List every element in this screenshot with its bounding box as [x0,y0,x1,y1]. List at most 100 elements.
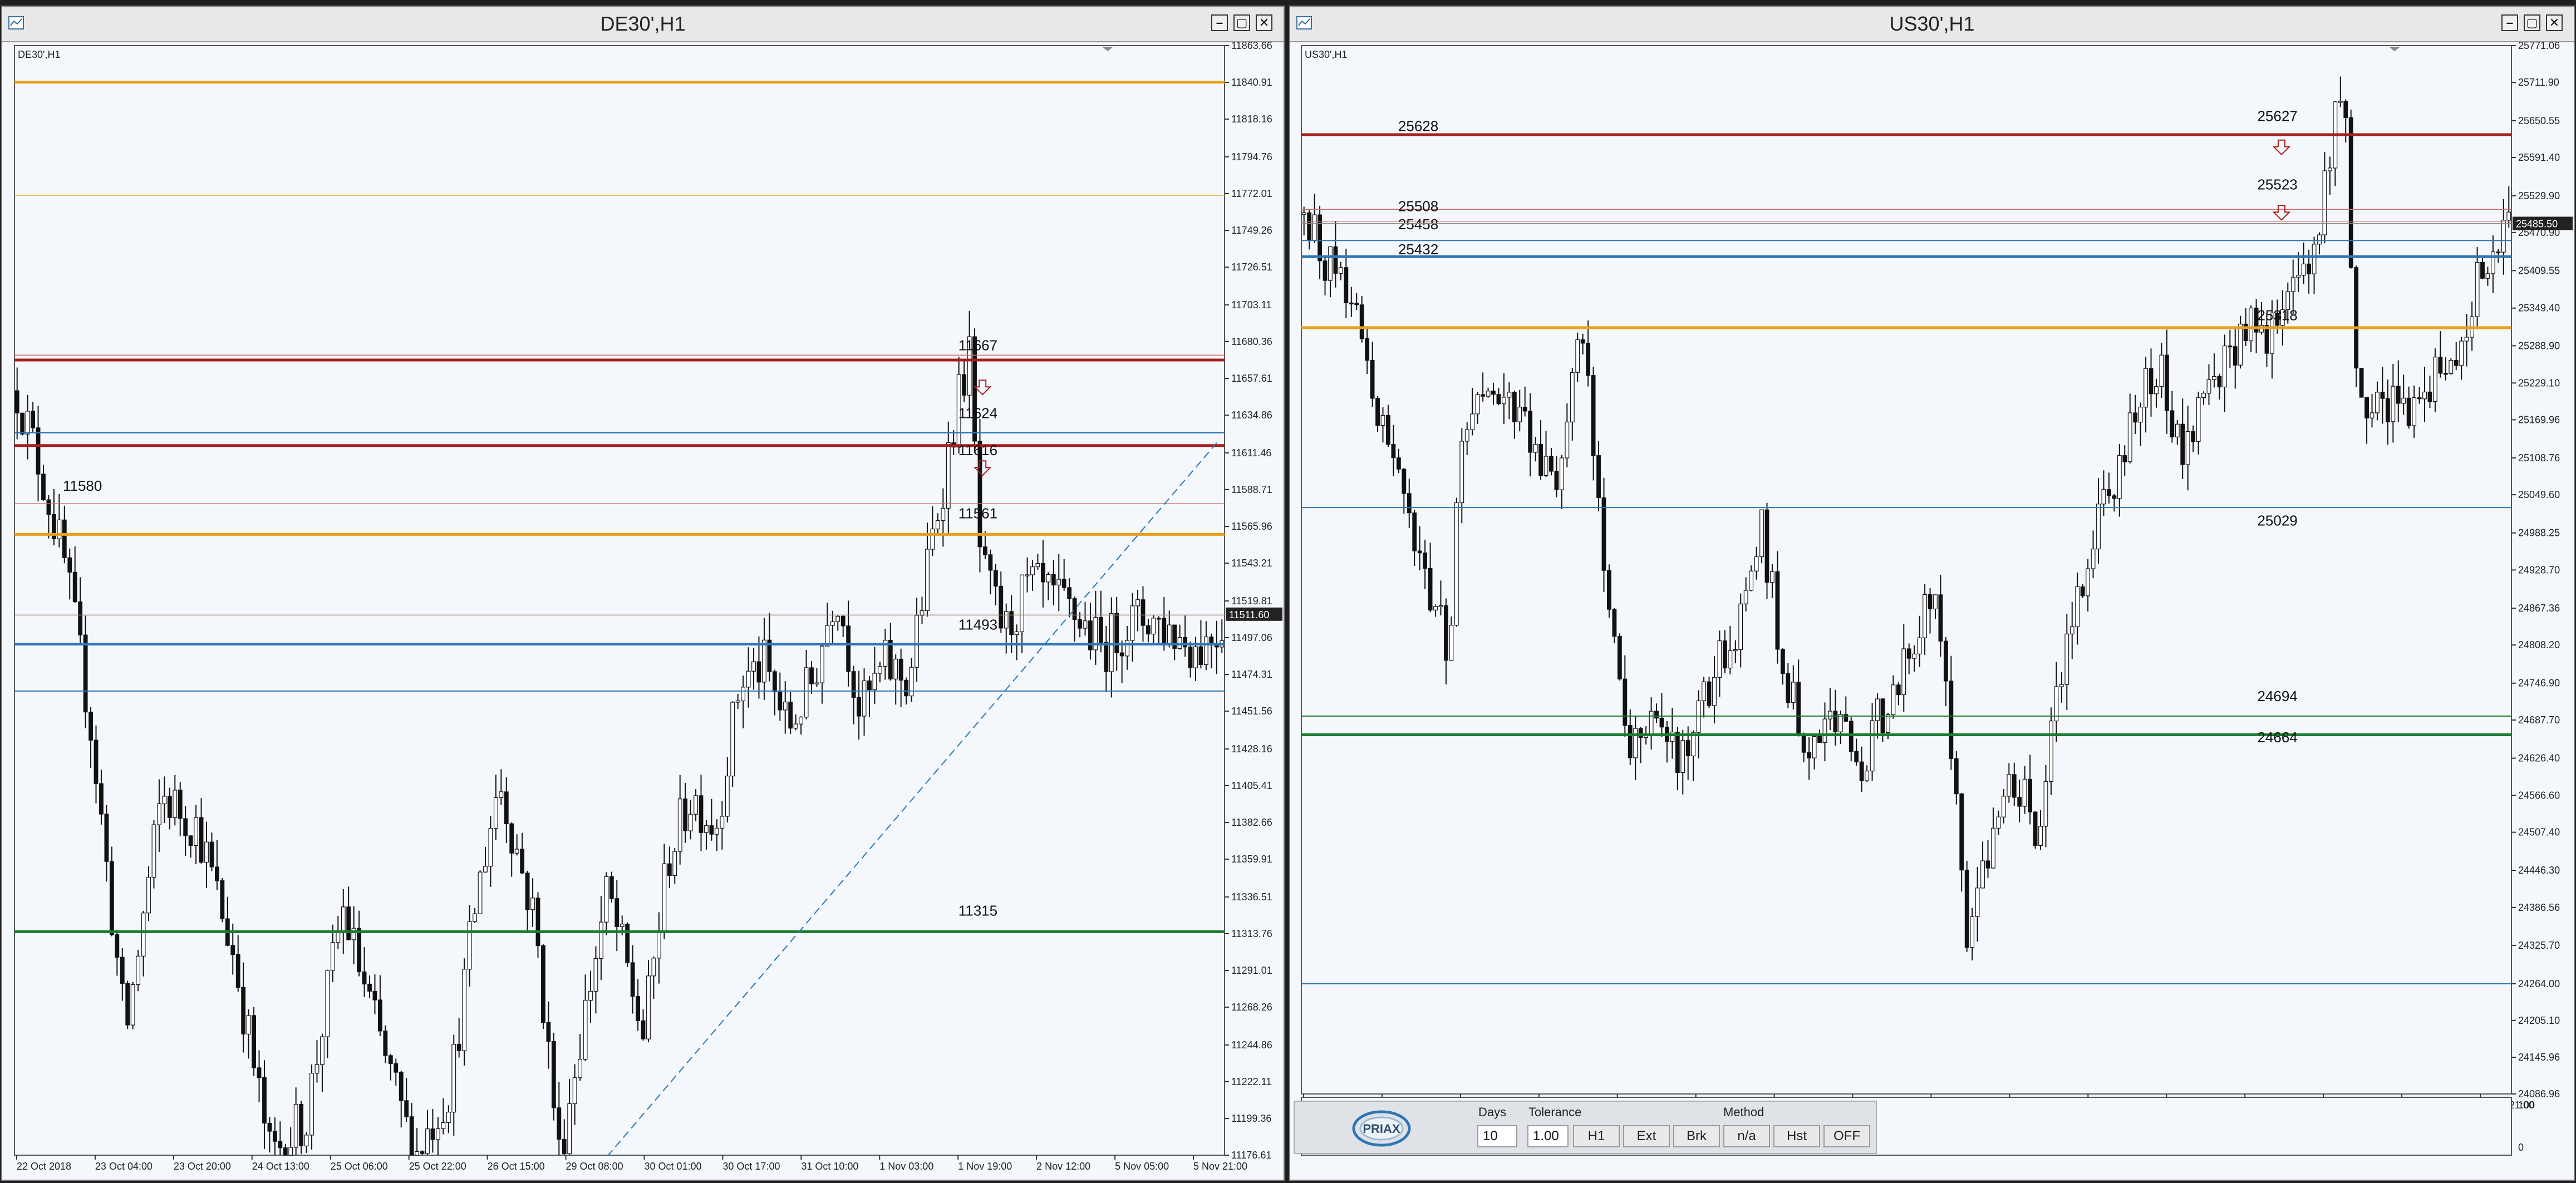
minimize-button[interactable]: – [2501,14,2518,31]
candle-body [1796,682,1801,735]
y-tick-label: 11359.91 [1231,854,1272,865]
x-tick-label: 26 Oct 15:00 [488,1161,545,1172]
candle-body [420,1151,425,1154]
close-button[interactable]: ✕ [2546,14,2563,31]
candle-body [99,783,104,815]
y-tick-label: 24746.90 [2518,678,2560,689]
candle-body [1575,339,1580,373]
candle-body [473,913,477,922]
candle-body [835,615,840,622]
candle-body [2101,489,2106,505]
candle-body [1528,411,1533,453]
candle-body [2233,346,2238,366]
y-tick-label: 11222.11 [1231,1076,1271,1087]
y-tick-label: 11474.31 [1231,669,1272,680]
candle-body [593,958,598,992]
candle-body [2422,391,2427,400]
candle-body [1586,343,1591,376]
candle-body [2217,376,2222,388]
candle-body [988,554,993,571]
y-tick-label: 25591.40 [2518,152,2560,163]
y-tick-label: 24205.10 [2518,1015,2560,1026]
candle-body [1833,711,1838,732]
y-tick-label: 11451.56 [1231,706,1272,717]
candle-body [1954,758,1959,795]
candle-body [1119,652,1124,657]
y-tick-label: 25711.90 [2518,77,2559,88]
candle-body [520,849,525,874]
candle-body [204,841,209,863]
candle-body [357,928,362,973]
candle-body [2133,412,2138,423]
candle-body [888,639,893,679]
candle-body [1140,599,1146,626]
candle-body [1517,407,1522,422]
brk-button[interactable]: Brk [1673,1125,1720,1147]
candle-body [1849,721,1854,752]
candle-body [930,528,935,550]
candle-body [272,1131,277,1142]
y-tick-label: 24687.70 [2518,714,2560,726]
candle-body [804,667,809,718]
candle-body [1025,574,1030,576]
candle-body [667,863,672,876]
de30-titlebar[interactable]: DE30',H1 – ▢ ✕ [2,7,1284,42]
candle-body [636,995,640,1021]
candle-body [367,983,372,992]
candle-body [1109,613,1114,672]
candle-body [2391,386,2396,422]
candle-body [783,701,788,711]
de30-chart-area[interactable]: DE30',H1 11863.66 11840.91 11818.16 11794.76… [2,42,1284,1180]
candle-body [1135,599,1140,607]
candle-body [209,841,214,867]
candle-body [1822,718,1827,743]
candle-body [235,954,240,988]
close-button[interactable]: ✕ [1256,14,1272,31]
de30-price-chart[interactable]: DE30',H1 11863.66 11840.91 11818.16 11794.76… [2,42,1284,1180]
ext-button[interactable]: Ext [1623,1125,1670,1147]
candle-body [2327,167,2332,171]
candle-body [1685,740,1690,757]
maximize-button[interactable]: ▢ [2524,14,2540,31]
h1-button[interactable]: H1 [1573,1125,1620,1147]
candle-body [425,1128,430,1154]
candle-body [151,824,156,878]
candle-body [1428,568,1433,611]
off-button[interactable]: OFF [1823,1125,1870,1147]
candle-body [799,717,804,724]
candle-body [2501,220,2506,253]
na-button[interactable]: n/a [1723,1125,1770,1147]
maximize-button[interactable]: ▢ [1233,14,1250,31]
candle-body [36,427,41,475]
candle-body [1607,570,1611,610]
candle-body [1770,571,1774,583]
candle-body [1949,681,1954,759]
candle-body [446,1112,451,1123]
candle-body [1722,640,1727,669]
candle-body [735,700,740,703]
minimize-button[interactable]: – [1211,14,1228,31]
days-input[interactable]: 10 [1477,1125,1517,1147]
candle-body [830,621,835,626]
y-tick-label: 11565.96 [1231,521,1272,532]
us30-price-chart[interactable]: US30',H1 25771.06 25711.90 25650.55 25591.40… [1290,42,2574,1180]
candle-body [2438,357,2443,374]
level-label: 25458 [1398,216,1438,233]
hst-button[interactable]: Hst [1773,1125,1820,1147]
y-tick-label: 11313.76 [1231,928,1272,939]
candle-body [1183,637,1188,648]
x-tick-label: 22 Oct 2018 [17,1161,71,1172]
us30-titlebar[interactable]: US30',H1 – ▢ ✕ [1290,7,2574,42]
candle-body [178,790,183,819]
candle-body [1402,469,1407,494]
y-tick-label: 25108.76 [2518,452,2560,464]
candle-body [1198,646,1203,666]
us30-chart-area[interactable]: US30',H1 25771.06 25711.90 25650.55 25591.40… [1290,42,2574,1180]
candle-body [167,796,172,818]
candle-body [1423,553,1428,569]
candle-body [1167,624,1172,644]
candle-body [2012,774,2017,798]
candle-body [1901,648,1906,696]
tolerance-input[interactable]: 1.00 [1527,1125,1569,1147]
candle-body [1146,625,1151,635]
